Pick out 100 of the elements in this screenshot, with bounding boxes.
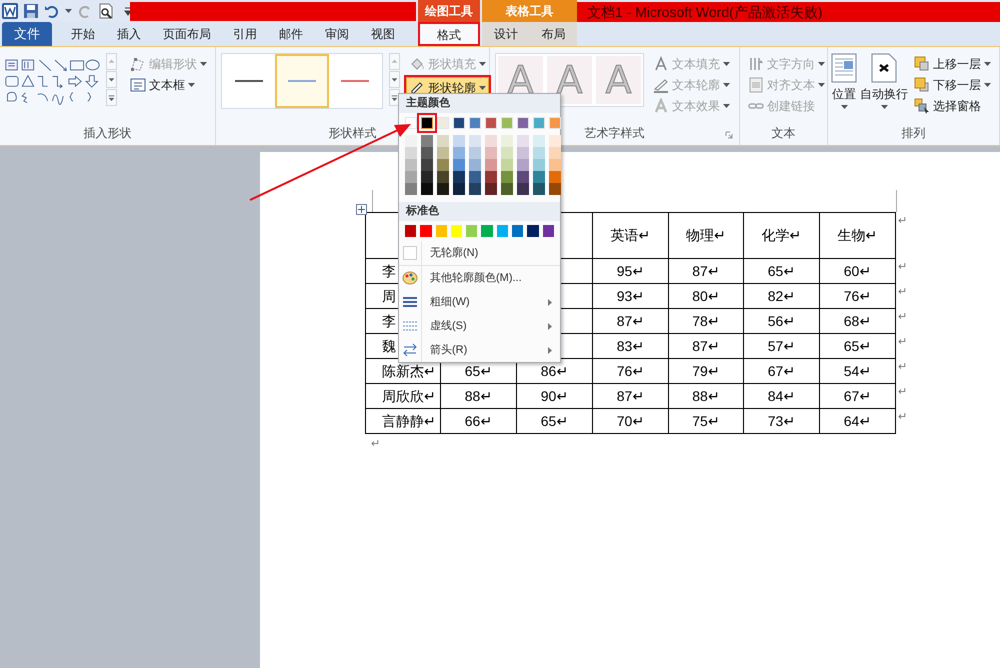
menu-item[interactable]: 其他轮廓颜色(M)... (399, 266, 560, 290)
color-swatch[interactable] (517, 135, 529, 147)
ribbon-tab[interactable]: 设计 (482, 22, 530, 46)
color-swatch[interactable] (512, 225, 524, 237)
caret-icon (818, 62, 825, 66)
color-swatch[interactable] (453, 159, 465, 171)
color-swatch[interactable] (421, 147, 433, 159)
color-swatch[interactable] (405, 159, 417, 171)
line-weight-icon (402, 294, 418, 310)
color-swatch[interactable] (533, 183, 545, 195)
caret-icon (984, 62, 991, 66)
color-swatch[interactable] (469, 135, 481, 147)
text-wrap-icon (871, 53, 897, 83)
color-swatch[interactable] (549, 183, 561, 195)
color-swatch[interactable] (549, 135, 561, 147)
ribbon-tab[interactable]: 页面布局 (152, 22, 222, 46)
color-swatch[interactable] (533, 147, 545, 159)
color-swatch[interactable] (517, 159, 529, 171)
color-swatch[interactable] (533, 159, 545, 171)
submenu-arrow-icon (548, 322, 552, 330)
color-swatch[interactable] (453, 135, 465, 147)
ribbon-tab[interactable]: 审阅 (314, 22, 360, 46)
color-swatch[interactable] (485, 183, 497, 195)
bring-forward-icon (914, 56, 930, 72)
ribbon-command[interactable]: 上移一层 (911, 53, 994, 74)
color-swatch[interactable] (405, 135, 417, 147)
color-swatch[interactable] (549, 171, 561, 183)
table-move-handle-icon[interactable] (356, 204, 367, 215)
table-cell: 56↵ (744, 309, 820, 334)
large-ribbon-button[interactable]: 自动换行 (860, 53, 908, 109)
color-swatch[interactable] (453, 183, 465, 195)
ribbon-command[interactable]: 下移一层 (911, 74, 994, 95)
color-swatch[interactable] (453, 171, 465, 183)
ribbon-tab[interactable]: 引用 (222, 22, 268, 46)
caret-icon (479, 62, 486, 66)
color-swatch[interactable] (405, 147, 417, 159)
color-swatch[interactable] (453, 147, 465, 159)
caret-icon (723, 104, 730, 108)
line-style-swatch[interactable] (275, 54, 329, 108)
color-swatch[interactable] (485, 171, 497, 183)
color-swatch[interactable] (469, 183, 481, 195)
table-cell: 65↵ (744, 259, 820, 284)
color-swatch[interactable] (421, 159, 433, 171)
color-swatch[interactable] (469, 159, 481, 171)
color-swatch[interactable] (485, 135, 497, 147)
color-swatch[interactable] (517, 147, 529, 159)
table-cell: 64↵ (820, 409, 896, 434)
color-swatch[interactable] (437, 159, 449, 171)
color-swatch[interactable] (527, 225, 539, 237)
color-swatch[interactable] (421, 135, 433, 147)
table-cell: 87↵ (669, 259, 744, 284)
color-swatch[interactable] (437, 171, 449, 183)
color-swatch[interactable] (437, 183, 449, 195)
gallery-more-icon[interactable] (106, 89, 117, 106)
color-swatch[interactable] (485, 147, 497, 159)
color-swatch[interactable] (469, 171, 481, 183)
gallery-down-icon[interactable] (106, 71, 117, 88)
ribbon-tab[interactable]: 插入 (106, 22, 152, 46)
ribbon-tab[interactable]: 格式 (418, 22, 480, 46)
color-swatch[interactable] (421, 183, 433, 195)
large-ribbon-button[interactable]: 位置 (831, 53, 857, 109)
ribbon-tab[interactable]: 开始 (60, 22, 106, 46)
color-swatch[interactable] (501, 183, 513, 195)
color-swatch[interactable] (405, 225, 416, 237)
ribbon-tab[interactable]: 邮件 (268, 22, 314, 46)
color-swatch[interactable] (436, 225, 447, 237)
color-swatch[interactable] (420, 225, 432, 237)
color-swatch[interactable] (501, 147, 513, 159)
color-swatch[interactable] (501, 135, 513, 147)
ribbon-tab[interactable]: 布局 (530, 22, 577, 46)
color-swatch[interactable] (549, 147, 561, 159)
color-swatch[interactable] (466, 225, 478, 237)
color-swatch[interactable] (517, 183, 529, 195)
color-swatch[interactable] (405, 183, 417, 195)
ribbon-command[interactable]: 选择窗格 (911, 95, 994, 116)
file-tab[interactable]: 文件 (2, 22, 52, 46)
ribbon-tab[interactable]: 视图 (360, 22, 406, 46)
color-swatch[interactable] (496, 225, 508, 237)
ribbon-command[interactable]: 文本框 (127, 74, 210, 95)
color-swatch[interactable] (517, 171, 529, 183)
color-swatch[interactable] (450, 225, 462, 237)
color-swatch[interactable] (421, 171, 433, 183)
color-swatch[interactable] (549, 159, 561, 171)
paint-bucket-icon (409, 56, 425, 72)
gallery-down-icon[interactable] (389, 71, 400, 88)
end-of-row-mark: ↵ (898, 214, 907, 229)
color-swatch[interactable] (481, 225, 493, 237)
color-swatch[interactable] (533, 171, 545, 183)
color-swatch[interactable] (437, 135, 449, 147)
color-swatch[interactable] (533, 135, 545, 147)
color-swatch[interactable] (405, 171, 417, 183)
color-swatch[interactable] (542, 225, 554, 237)
color-swatch[interactable] (437, 147, 449, 159)
dialog-launcher-icon[interactable] (725, 131, 733, 139)
paragraph-mark: ↵ (371, 437, 381, 452)
group-label: 文本 (772, 125, 796, 142)
color-swatch[interactable] (501, 159, 513, 171)
color-swatch[interactable] (501, 171, 513, 183)
color-swatch[interactable] (469, 147, 481, 159)
color-swatch[interactable] (485, 159, 497, 171)
